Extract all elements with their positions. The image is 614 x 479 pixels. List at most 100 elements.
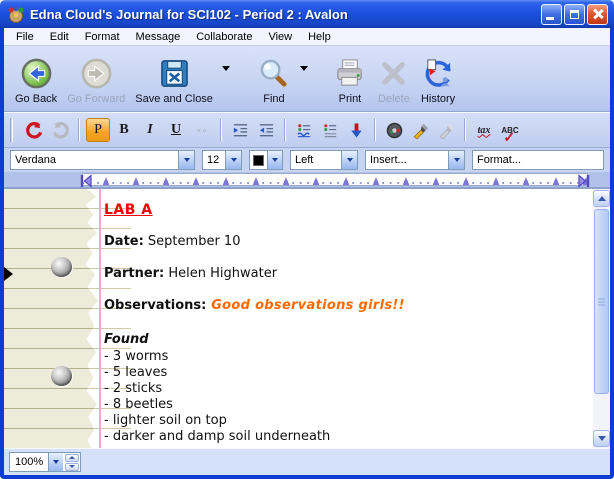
font-family-select[interactable]: Verdana (10, 150, 195, 170)
alignment-select[interactable]: Left (290, 150, 358, 170)
history-arrows-icon (421, 57, 455, 91)
journal-entry: LAB A Date: September 10 Partner: Helen … (104, 195, 580, 445)
scrollbar-thumb[interactable] (594, 209, 609, 394)
print-button[interactable]: Print (328, 49, 372, 107)
redo-icon (51, 121, 70, 140)
menu-bar: File Edit Format Message Collaborate Vie… (4, 28, 610, 46)
color-swatch (253, 155, 264, 166)
list-item: - darker and damp soil underneath (104, 429, 580, 445)
increase-indent-button[interactable] (228, 118, 252, 142)
undo-button[interactable] (22, 118, 46, 142)
ruler-band (4, 172, 610, 188)
menu-edit[interactable]: Edit (42, 30, 77, 44)
go-forward-button[interactable]: Go Forward (62, 49, 130, 107)
line-pointer-icon (4, 267, 13, 281)
zoom-level: 100% (10, 456, 48, 468)
redo-button[interactable] (48, 118, 72, 142)
highlighter-button[interactable] (408, 118, 432, 142)
list-item: - 3 worms (104, 349, 580, 365)
menu-help[interactable]: Help (300, 30, 339, 44)
underline-button[interactable]: U (164, 118, 188, 142)
spell-as-you-type-button[interactable]: tax (472, 118, 496, 142)
scroll-down-button[interactable] (593, 430, 610, 447)
chevron-down-icon[interactable] (225, 151, 241, 169)
right-margin-marker[interactable] (577, 174, 590, 188)
insert-select[interactable]: Insert... (365, 150, 465, 170)
check-mark-icon: ✓ (503, 129, 515, 146)
font-size-select[interactable]: 12 (202, 150, 242, 170)
save-dropdown-arrow-icon[interactable] (222, 66, 230, 71)
italic-button[interactable]: I (138, 118, 162, 142)
chevron-down-icon[interactable] (341, 151, 357, 169)
editor-canvas[interactable]: LAB A Date: September 10 Partner: Helen … (4, 188, 610, 448)
font-color-select[interactable] (249, 150, 283, 170)
zoom-dropdown-button[interactable] (48, 453, 63, 471)
paper-hole (51, 257, 72, 277)
chevron-down-icon[interactable] (178, 151, 194, 169)
chevron-down-icon[interactable] (448, 151, 464, 169)
insert-down-arrow-button[interactable] (344, 118, 368, 142)
list-style-b-icon (322, 122, 339, 139)
find-dropdown-arrow-icon[interactable] (300, 66, 308, 71)
date-label: Date: (104, 234, 144, 249)
delete-button[interactable]: Delete (372, 49, 416, 107)
decrease-indent-button[interactable] (254, 118, 278, 142)
delete-x-icon (377, 57, 411, 91)
menu-collaborate[interactable]: Collaborate (188, 30, 260, 44)
list-style-b-button[interactable] (318, 118, 342, 142)
color-wheel-icon (386, 122, 403, 139)
minimize-button[interactable] (541, 4, 562, 25)
separator (220, 119, 222, 141)
menu-message[interactable]: Message (128, 30, 189, 44)
paragraph-style-button[interactable]: P (86, 118, 110, 142)
ruler (82, 173, 588, 186)
list-style-a-button[interactable] (292, 118, 316, 142)
zoom-decrease-button[interactable] (65, 463, 79, 471)
zoom-spinner (65, 454, 79, 471)
chevron-down-icon[interactable] (267, 151, 282, 169)
menu-format[interactable]: Format (77, 30, 128, 44)
spell-as-you-type-icon: tax (478, 125, 491, 136)
color-wheel-button[interactable] (382, 118, 406, 142)
window-title: Edna Cloud's Journal for SCI102 - Period… (30, 7, 541, 22)
toolbar-drag-handle[interactable] (10, 118, 13, 142)
list-item: - 5 leaves (104, 365, 580, 381)
format-select[interactable]: Format... (472, 150, 604, 170)
close-button[interactable] (587, 4, 608, 25)
maximize-button[interactable] (564, 4, 585, 25)
spell-check-button[interactable]: ABC ✓ (498, 118, 522, 142)
find-button[interactable]: Find (252, 49, 296, 107)
observations-line: Observations: Good observations girls!! (104, 297, 580, 314)
menu-file[interactable]: File (8, 30, 42, 44)
left-margin-marker[interactable] (80, 174, 93, 188)
zoom-control[interactable]: 100% (9, 452, 81, 472)
chevron-up-icon (69, 456, 75, 459)
partner-value: Helen Highwater (164, 266, 277, 281)
special-characters-button[interactable]: «» (190, 118, 214, 142)
eyedropper-disabled-button[interactable] (434, 118, 458, 142)
save-and-close-button[interactable]: Save and Close (130, 49, 218, 107)
title-bar[interactable]: Edna Cloud's Journal for SCI102 - Period… (0, 0, 614, 28)
partner-line: Partner: Helen Highwater (104, 265, 580, 282)
scroll-up-button[interactable] (593, 190, 610, 207)
found-heading: Found (104, 331, 580, 348)
go-back-button[interactable]: Go Back (10, 49, 62, 107)
status-bar: 100% (4, 448, 610, 475)
separator (78, 119, 80, 141)
go-back-arrow-icon (19, 57, 53, 91)
separator (464, 119, 466, 141)
vertical-scrollbar[interactable] (593, 189, 610, 448)
maximize-icon (570, 10, 579, 19)
zoom-increase-button[interactable] (65, 454, 79, 462)
separator (284, 119, 286, 141)
eyedropper-icon (412, 122, 429, 139)
date-value: September 10 (144, 234, 241, 249)
found-list: - 3 worms - 5 leaves - 2 sticks - 8 beet… (104, 349, 580, 445)
eyedropper-disabled-icon (438, 122, 455, 139)
history-button[interactable]: History (416, 49, 460, 107)
date-line: Date: September 10 (104, 233, 580, 250)
format-toolbar: P B I U «» (4, 112, 610, 148)
menu-view[interactable]: View (260, 30, 300, 44)
save-floppy-icon (157, 57, 191, 91)
bold-button[interactable]: B (112, 118, 136, 142)
